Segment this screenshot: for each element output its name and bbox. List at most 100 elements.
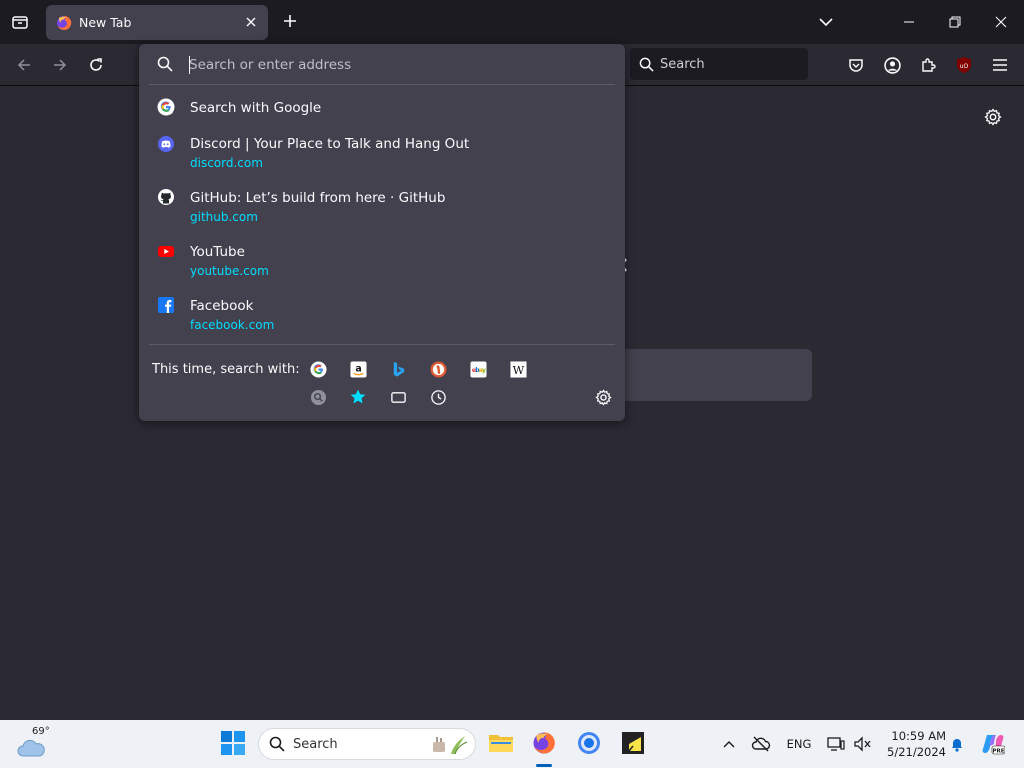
suggestion-youtube[interactable]: YouTube youtube.com	[139, 238, 625, 282]
suggestion-url: discord.com	[190, 156, 263, 170]
tab-close-button[interactable]	[243, 14, 259, 30]
tab-new-tab[interactable]: New Tab	[46, 5, 268, 40]
amazon-icon: a	[349, 360, 367, 378]
account-button[interactable]	[880, 53, 904, 77]
chevron-up-icon	[723, 741, 735, 748]
search-settings-button[interactable]	[593, 387, 613, 407]
firefox-icon	[57, 15, 72, 30]
taskbar-search-box[interactable]: Search	[258, 728, 476, 760]
clock-time: 10:59 AM	[891, 729, 946, 743]
minimize-icon	[904, 21, 914, 23]
discord-icon	[158, 136, 174, 152]
urlbar-input[interactable]	[189, 53, 609, 77]
suggestion-facebook[interactable]: Facebook facebook.com	[139, 292, 625, 336]
plus-icon	[284, 15, 296, 27]
toolbar-search-label: Search	[660, 56, 705, 72]
one-off-google-button[interactable]	[308, 359, 328, 379]
bookmarks-mode-button[interactable]	[348, 387, 368, 407]
history-mode-button[interactable]	[428, 387, 448, 407]
puzzle-icon	[922, 58, 936, 72]
suggestion-url: facebook.com	[190, 318, 275, 332]
restore-button[interactable]	[932, 0, 978, 44]
one-off-wikipedia-button[interactable]: W	[508, 359, 528, 379]
copilot-button[interactable]: PRE	[980, 731, 1006, 757]
one-off-search-label: This time, search with:	[152, 362, 300, 377]
google-icon	[157, 98, 175, 116]
system-clock[interactable]: 10:59 AM 5/21/2024	[880, 728, 946, 760]
list-all-tabs-button[interactable]	[816, 12, 836, 32]
onedrive-tray-button[interactable]	[750, 734, 772, 754]
taskbar-sticky-notes[interactable]	[619, 729, 647, 757]
taskbar-file-explorer[interactable]	[487, 729, 515, 757]
taskbar: 69° Search ENG 10:59 AM 5/21/2024 PRE	[0, 720, 1024, 768]
google-icon	[309, 360, 327, 378]
taskbar-chrome[interactable]	[575, 729, 603, 757]
suggestion-search-google[interactable]: Search with Google	[139, 92, 625, 122]
extensions-button[interactable]	[916, 53, 940, 77]
taskbar-search-label: Search	[293, 736, 338, 752]
arrow-left-icon	[17, 59, 30, 71]
svg-text:y: y	[481, 366, 485, 373]
suggestion-title: GitHub: Let’s build from here · GitHub	[190, 190, 446, 206]
firefox-view-button[interactable]	[6, 8, 34, 36]
panel-separator	[149, 344, 615, 345]
weather-temperature: 69°	[32, 726, 50, 737]
search-highlight-art-icon	[433, 736, 468, 755]
text-caret	[189, 56, 190, 74]
forward-button[interactable]	[48, 53, 72, 77]
network-tray-button[interactable]	[826, 734, 846, 754]
network-display-icon	[827, 737, 845, 751]
app-menu-button[interactable]	[988, 53, 1012, 77]
speaker-muted-icon	[854, 736, 871, 752]
search-mode-button[interactable]	[308, 387, 328, 407]
customize-new-tab-button[interactable]	[982, 106, 1004, 128]
bing-icon	[393, 361, 404, 377]
suggestion-title: Search with Google	[190, 100, 322, 116]
one-off-amazon-button[interactable]: a	[348, 359, 368, 379]
minimize-button[interactable]	[886, 0, 932, 44]
github-icon	[158, 189, 174, 205]
new-tab-search-box[interactable]	[620, 349, 812, 401]
suggestion-discord[interactable]: Discord | Your Place to Talk and Hang Ou…	[139, 130, 625, 174]
tabs-mode-button[interactable]	[388, 387, 408, 407]
firefox-icon	[533, 732, 555, 754]
start-button[interactable]	[220, 730, 246, 756]
toolbar-search-box[interactable]: Search	[630, 48, 808, 80]
suggestion-github[interactable]: GitHub: Let’s build from here · GitHub g…	[139, 184, 625, 228]
cloudy-weather-icon	[17, 739, 45, 757]
input-language-indicator[interactable]: ENG	[784, 734, 814, 754]
urlbar-dropdown: Search with Google Discord | Your Place …	[139, 44, 625, 421]
suggestion-title: Discord | Your Place to Talk and Hang Ou…	[190, 136, 470, 152]
new-tab-button[interactable]	[280, 11, 300, 31]
pocket-button[interactable]	[844, 53, 868, 77]
close-icon	[246, 17, 256, 27]
one-off-ebay-button[interactable]: ebay	[468, 359, 488, 379]
gear-icon	[594, 388, 612, 406]
reload-icon	[90, 58, 102, 71]
history-clock-icon	[430, 389, 446, 405]
sticky-notes-icon	[622, 732, 644, 754]
ublock-shield-icon: uO	[957, 57, 971, 73]
chrome-icon	[578, 732, 600, 754]
clock-date: 5/21/2024	[887, 745, 946, 759]
hamburger-menu-icon	[993, 59, 1007, 71]
search-icon	[269, 736, 285, 752]
close-window-button[interactable]	[978, 0, 1024, 44]
folder-icon	[489, 735, 513, 752]
search-icon	[639, 57, 654, 72]
gear-icon	[984, 108, 1002, 126]
reload-button[interactable]	[84, 53, 108, 77]
ublock-origin-button[interactable]: uO	[952, 53, 976, 77]
show-hidden-icons-button[interactable]	[720, 734, 738, 754]
notifications-button[interactable]	[948, 734, 966, 754]
firefox-view-icon	[12, 16, 28, 29]
volume-tray-button[interactable]	[852, 734, 872, 754]
one-off-duckduckgo-button[interactable]	[428, 359, 448, 379]
suggestion-title: YouTube	[190, 244, 245, 260]
svg-text:PRE: PRE	[992, 749, 1004, 755]
taskbar-firefox[interactable]	[530, 729, 558, 757]
one-off-bing-button[interactable]	[388, 359, 408, 379]
panel-separator	[149, 84, 615, 85]
restore-icon	[949, 16, 961, 28]
back-button[interactable]	[12, 53, 36, 77]
